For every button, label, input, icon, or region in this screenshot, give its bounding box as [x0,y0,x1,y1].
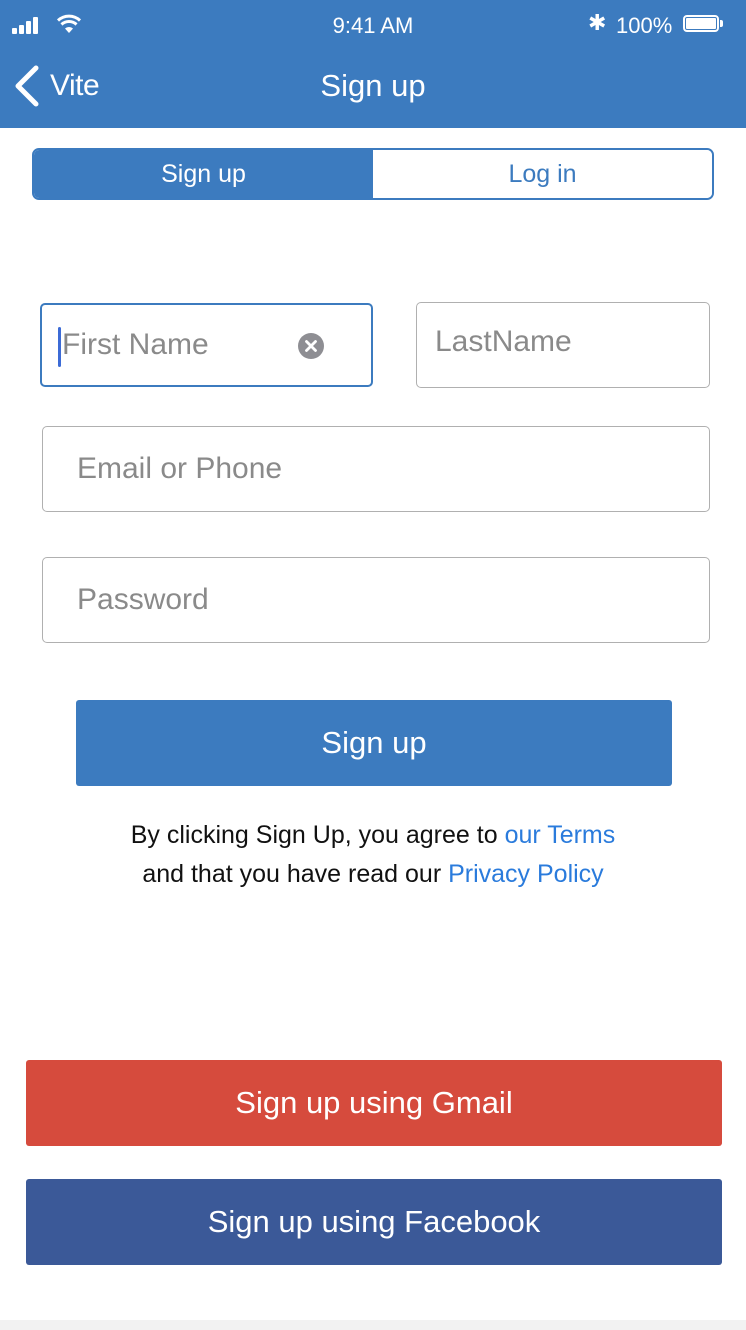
terms-text: By clicking Sign Up, you agree to our Te… [0,816,746,894]
terms-line-2: and that you have read our Privacy Polic… [142,860,604,888]
bluetooth-icon: ✱ [588,10,607,35]
gmail-sign-up-button[interactable]: Sign up using Gmail [26,1060,722,1146]
text-caret [58,327,61,367]
last-name-placeholder: LastName [435,325,572,358]
password-field[interactable]: Password [42,557,710,643]
sign-up-button[interactable]: Sign up [76,700,672,786]
last-name-field[interactable]: LastName [416,302,710,388]
email-or-phone-field[interactable]: Email or Phone [42,426,710,512]
top-bar: 9:41 AM ✱ 100% Vite Sign up [0,0,746,128]
email-or-phone-placeholder: Email or Phone [77,452,283,485]
bottom-edge [0,1320,746,1330]
battery-nub [720,20,723,27]
password-placeholder: Password [77,583,209,616]
status-bar: 9:41 AM ✱ 100% [0,0,746,52]
first-name-placeholder: First Name [62,328,209,361]
tab-log-in[interactable]: Log in [373,150,712,198]
tab-sign-up[interactable]: Sign up [34,150,373,198]
segmented-control: Sign up Log in [32,148,714,200]
battery-percent: 100% [616,13,673,38]
terms-line-1: By clicking Sign Up, you agree to our Te… [130,821,616,849]
page-title: Sign up [320,68,426,103]
privacy-policy-link[interactable]: Privacy Policy [448,860,604,888]
terms-link[interactable]: our Terms [505,821,616,849]
battery-icon [683,15,719,32]
clear-icon[interactable] [298,333,324,359]
facebook-sign-up-button[interactable]: Sign up using Facebook [26,1179,722,1265]
